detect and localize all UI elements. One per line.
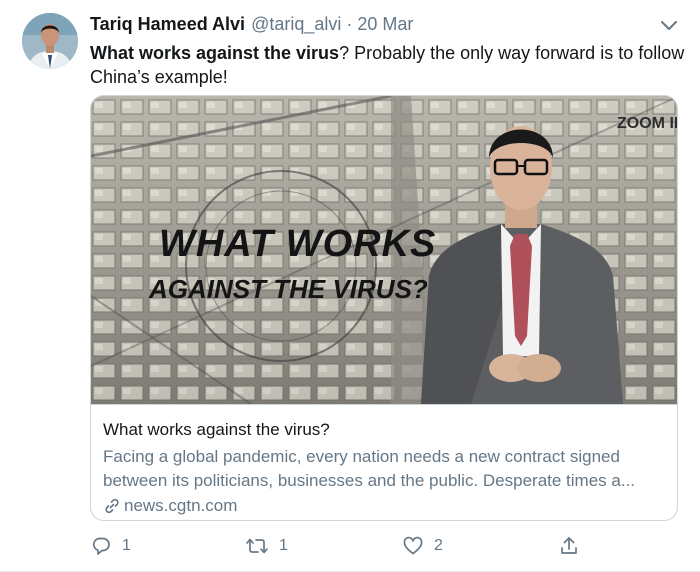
retweet-icon [246,538,268,554]
like-count: 2 [434,537,443,554]
card-image-headline-1: WHAT WORKS [159,223,436,265]
chevron-down-icon[interactable] [658,14,680,36]
author-name[interactable]: Tariq Hameed Alvi [90,14,245,35]
card-title: What works against the virus? [103,420,330,439]
card-body[interactable]: What works against the virus? Facing a g… [91,404,677,520]
avatar-image [22,13,78,69]
separator-dot: · [346,14,353,34]
retweet-count: 1 [279,537,288,554]
card-image-headline-2: AGAINST THE VIRUS? [148,274,428,304]
reply-button[interactable]: 1 [90,532,131,560]
share-icon [561,537,577,554]
tweet-text: What works against the virus? Probably t… [90,41,686,89]
reply-icon [92,537,110,555]
avatar[interactable] [22,13,78,69]
link-icon [105,498,119,514]
author-handle[interactable]: @tariq_alvi [251,14,341,35]
link-card[interactable]: ZOOM IN WHAT WORKS AGAINST THE VIRUS? Wh… [90,95,678,521]
action-bar: 1 1 2 [90,532,590,560]
like-icon [403,536,423,555]
card-image-artwork: ZOOM IN WHAT WORKS AGAINST THE VIRUS? [91,96,678,404]
card-domain: news.cgtn.com [124,496,238,515]
tweet-text-bold: What works against the virus [90,43,340,63]
like-button[interactable]: 2 [402,532,443,560]
tweet-header: Tariq Hameed Alvi @tariq_alvi · 20 Mar [90,14,680,40]
reply-count: 1 [122,537,131,554]
card-link[interactable]: news.cgtn.com [103,495,667,517]
tweet[interactable]: Tariq Hameed Alvi @tariq_alvi · 20 Mar W… [0,0,700,572]
retweet-button[interactable]: 1 [245,532,288,560]
card-image-logo: ZOOM IN [617,115,678,132]
card-description: Facing a global pandemic, every nation n… [103,447,636,490]
card-image[interactable]: ZOOM IN WHAT WORKS AGAINST THE VIRUS? [91,96,678,404]
tweet-date[interactable]: 20 Mar [357,14,413,35]
share-button[interactable] [558,532,580,560]
